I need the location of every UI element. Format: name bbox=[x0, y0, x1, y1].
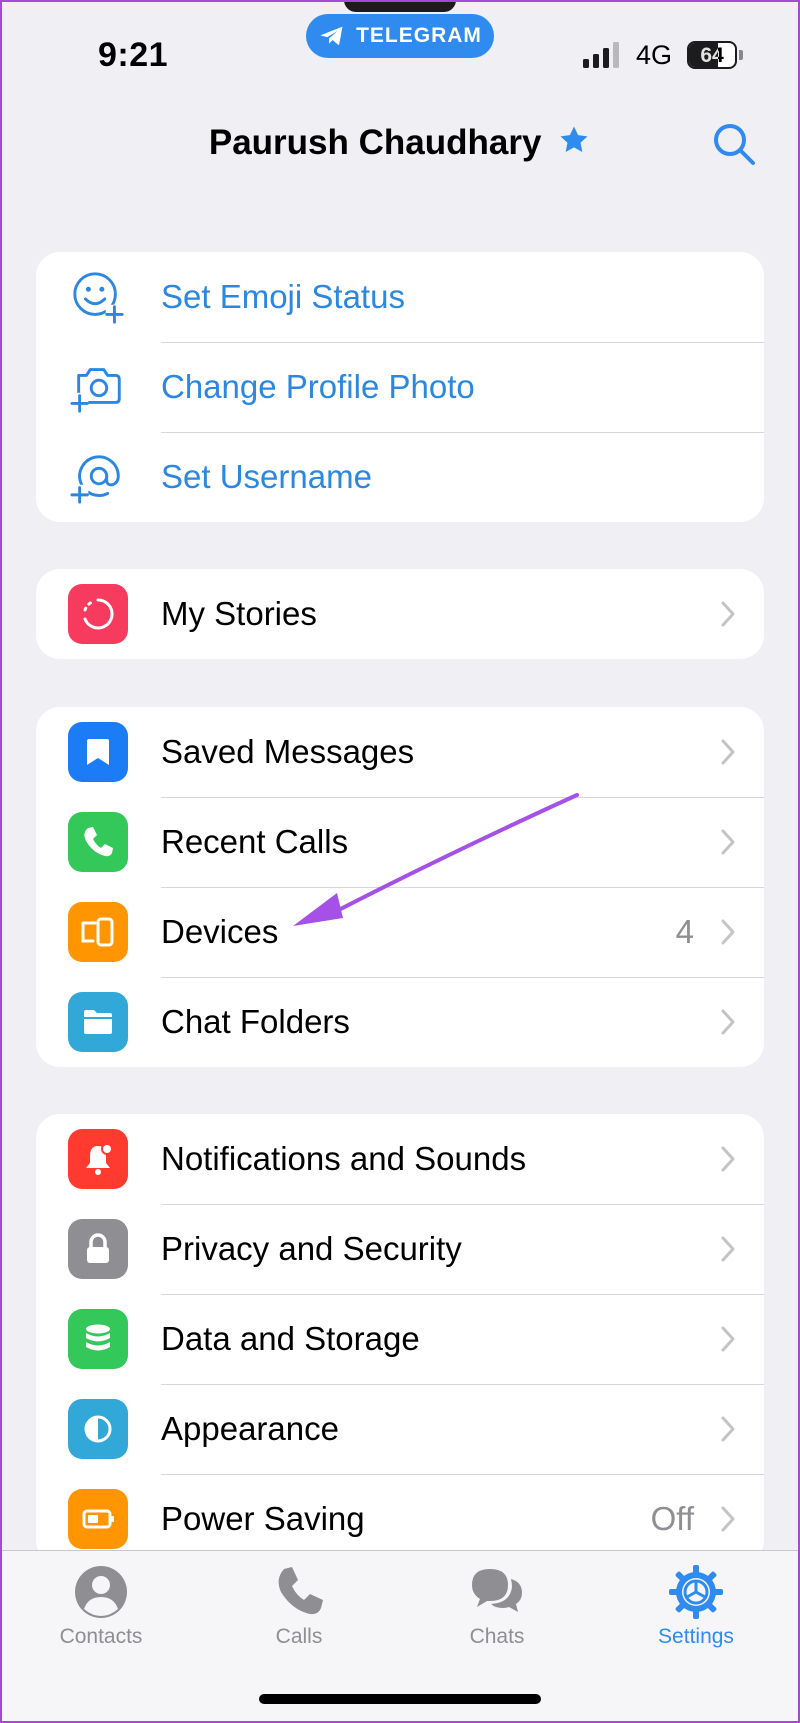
tab-settings[interactable]: Settings bbox=[621, 1563, 771, 1649]
half-circle-icon bbox=[68, 1399, 128, 1459]
my-stories-row[interactable]: My Stories bbox=[36, 569, 764, 659]
status-time: 9:21 bbox=[98, 36, 169, 74]
chevron-right-icon bbox=[721, 601, 735, 627]
saved-messages-label: Saved Messages bbox=[161, 733, 415, 770]
cellular-signal-icon bbox=[583, 42, 619, 68]
camera-notch bbox=[344, 0, 456, 12]
set-username-row[interactable]: Set Username bbox=[36, 432, 764, 522]
chevron-right-icon bbox=[721, 919, 735, 945]
camera-plus-icon bbox=[68, 357, 128, 417]
folder-icon bbox=[68, 992, 128, 1052]
appearance-label: Appearance bbox=[161, 1410, 339, 1447]
battery-percent: 64 bbox=[700, 44, 724, 67]
search-icon[interactable] bbox=[710, 120, 758, 168]
tab-contacts-label: Contacts bbox=[59, 1625, 143, 1648]
privacy-security-row[interactable]: Privacy and Security bbox=[36, 1204, 764, 1294]
at-plus-icon bbox=[68, 447, 128, 507]
my-stories-label: My Stories bbox=[161, 595, 317, 632]
devices-icon bbox=[68, 902, 128, 962]
profile-name: Paurush Chaudhary bbox=[208, 123, 542, 162]
stories-icon bbox=[68, 584, 128, 644]
set-username-label: Set Username bbox=[161, 458, 372, 495]
tab-settings-label: Settings bbox=[658, 1625, 734, 1648]
privacy-security-label: Privacy and Security bbox=[161, 1230, 462, 1267]
lock-icon bbox=[68, 1219, 128, 1279]
set-emoji-status-row[interactable]: Set Emoji Status bbox=[36, 252, 764, 342]
chevron-right-icon bbox=[721, 1416, 735, 1442]
database-icon bbox=[68, 1309, 128, 1369]
telegram-plane-icon bbox=[320, 26, 343, 46]
chevron-right-icon bbox=[721, 739, 735, 765]
premium-star-icon[interactable] bbox=[557, 123, 591, 157]
bookmark-icon bbox=[68, 722, 128, 782]
page-title: Paurush Chaudhary bbox=[0, 123, 800, 163]
chevron-right-icon bbox=[721, 1506, 735, 1532]
tab-calls-label: Calls bbox=[275, 1625, 323, 1648]
set-emoji-status-label: Set Emoji Status bbox=[161, 278, 405, 315]
change-profile-photo-label: Change Profile Photo bbox=[161, 368, 475, 405]
settings-group-card: Notifications and Sounds Privacy and Sec… bbox=[36, 1114, 764, 1564]
change-profile-photo-row[interactable]: Change Profile Photo bbox=[36, 342, 764, 432]
annotation-arrow bbox=[293, 793, 579, 926]
stories-card: My Stories bbox=[36, 569, 764, 659]
tab-calls[interactable]: Calls bbox=[224, 1563, 374, 1649]
home-indicator[interactable] bbox=[259, 1694, 541, 1704]
chat-folders-label: Chat Folders bbox=[161, 1003, 350, 1040]
chevron-right-icon bbox=[721, 1146, 735, 1172]
emoji-plus-icon bbox=[68, 267, 128, 327]
chevron-right-icon bbox=[721, 1009, 735, 1035]
battery-icon bbox=[68, 1489, 128, 1549]
battery-icon: 64 bbox=[687, 41, 737, 69]
appearance-row[interactable]: Appearance bbox=[36, 1384, 764, 1474]
devices-count: 4 bbox=[675, 913, 694, 950]
chat-folders-row[interactable]: Chat Folders bbox=[36, 977, 764, 1067]
status-bar: 9:21 TELEGRAM 4G 64 bbox=[0, 0, 800, 110]
tab-chats-label: Chats bbox=[469, 1625, 525, 1648]
telegram-pill[interactable]: TELEGRAM bbox=[306, 14, 494, 58]
bell-icon bbox=[68, 1129, 128, 1189]
phone-icon bbox=[278, 1567, 323, 1615]
data-storage-label: Data and Storage bbox=[161, 1320, 420, 1357]
network-type: 4G bbox=[636, 40, 673, 70]
phone-icon bbox=[68, 812, 128, 872]
profile-actions-card: Set Emoji Status Change Profile Photo Se… bbox=[36, 252, 764, 522]
chat-bubbles-icon bbox=[472, 1569, 522, 1612]
chevron-right-icon bbox=[721, 1326, 735, 1352]
tab-chats[interactable]: Chats bbox=[422, 1563, 572, 1649]
saved-messages-row[interactable]: Saved Messages bbox=[36, 707, 764, 797]
telegram-pill-label: TELEGRAM bbox=[356, 24, 482, 47]
chevron-right-icon bbox=[721, 829, 735, 855]
tab-contacts[interactable]: Contacts bbox=[26, 1563, 176, 1649]
gear-icon bbox=[669, 1565, 723, 1619]
chevron-right-icon bbox=[721, 1236, 735, 1262]
notifications-row[interactable]: Notifications and Sounds bbox=[36, 1114, 764, 1204]
battery-tip bbox=[739, 50, 743, 60]
notifications-label: Notifications and Sounds bbox=[161, 1140, 527, 1177]
person-icon bbox=[75, 1566, 127, 1618]
data-storage-row[interactable]: Data and Storage bbox=[36, 1294, 764, 1384]
devices-label: Devices bbox=[161, 913, 279, 950]
